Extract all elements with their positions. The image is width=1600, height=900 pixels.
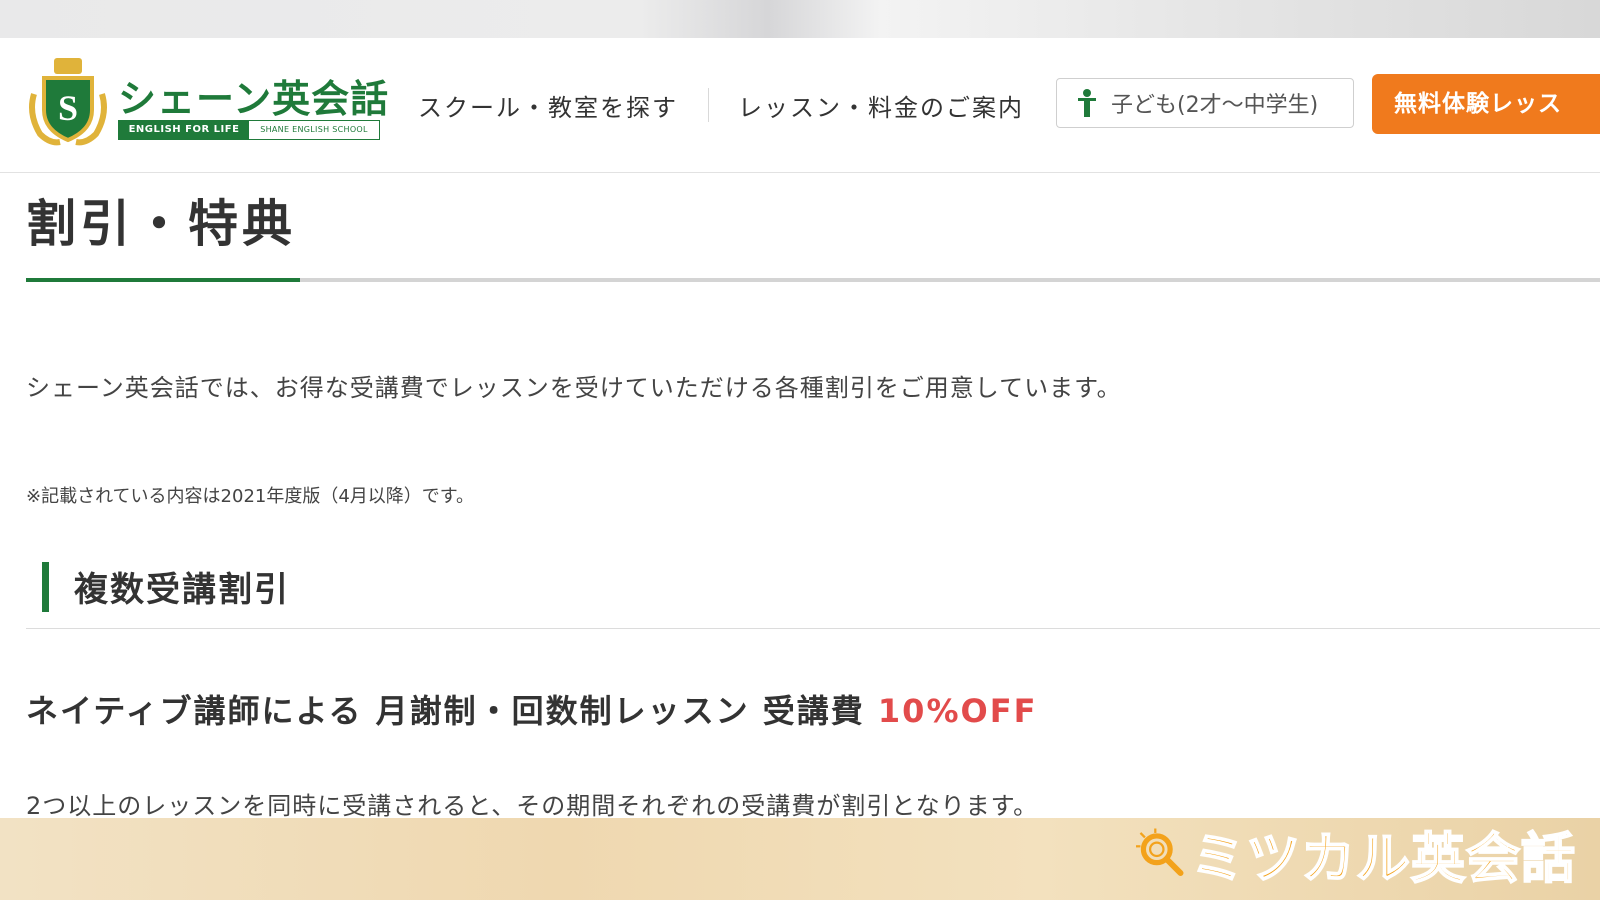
kids-button-label: 子ども(2才〜中学生): [1111, 93, 1319, 118]
intro-text: シェーン英会話では、お得な受講費でレッスンを受けていただける各種割引をご用意して…: [26, 374, 1122, 402]
site-header: S シェーン英会話 ENGLISH FOR LIFE SHANE ENGLISH…: [0, 38, 1600, 173]
logo-wordmark: シェーン英会話: [118, 77, 390, 121]
discount-rate: 10%OFF: [877, 692, 1038, 730]
site-watermark: ミツカル英会話: [1136, 818, 1576, 891]
edition-note: ※記載されている内容は2021年度版（4月以降）です。: [26, 486, 475, 507]
shield-crest-icon: S: [29, 58, 107, 146]
logo-tagline: ENGLISH FOR LIFE SHANE ENGLISH SCHOOL: [118, 120, 380, 140]
logo-tagline-right: SHANE ENGLISH SCHOOL: [249, 121, 379, 139]
svg-text:S: S: [58, 88, 78, 128]
page-title: 割引・特典: [26, 195, 296, 253]
nav-lessons-pricing[interactable]: レッスン・料金のご案内: [738, 88, 1024, 122]
section-accent-bar: [42, 562, 49, 612]
magnifier-icon: [1136, 828, 1184, 877]
discount-heading-text: ネイティブ講師による 月謝制・回数制レッスン 受講費: [26, 692, 878, 730]
child-figure-icon: [1078, 89, 1096, 117]
discount-description: 2つ以上のレッスンを同時に受講されると、その期間それぞれの受講費が割引となります…: [26, 792, 1039, 820]
section-title: 複数受講割引: [74, 570, 290, 610]
free-trial-button[interactable]: 無料体験レッス: [1372, 74, 1600, 134]
section-divider: [26, 628, 1600, 629]
top-photo-strip: [0, 0, 1600, 38]
nav-find-school[interactable]: スクール・教室を探す: [418, 88, 678, 122]
kids-button[interactable]: 子ども(2才〜中学生): [1056, 78, 1354, 128]
watermark-text: ミツカル英会話: [1190, 826, 1576, 891]
logo-tagline-left: ENGLISH FOR LIFE: [119, 121, 249, 139]
discount-heading: ネイティブ講師による 月謝制・回数制レッスン 受講費 10%OFF: [26, 686, 1037, 732]
nav-divider: [708, 88, 709, 122]
site-logo[interactable]: S シェーン英会話 ENGLISH FOR LIFE SHANE ENGLISH…: [26, 54, 388, 150]
title-underline-accent: [26, 278, 300, 282]
